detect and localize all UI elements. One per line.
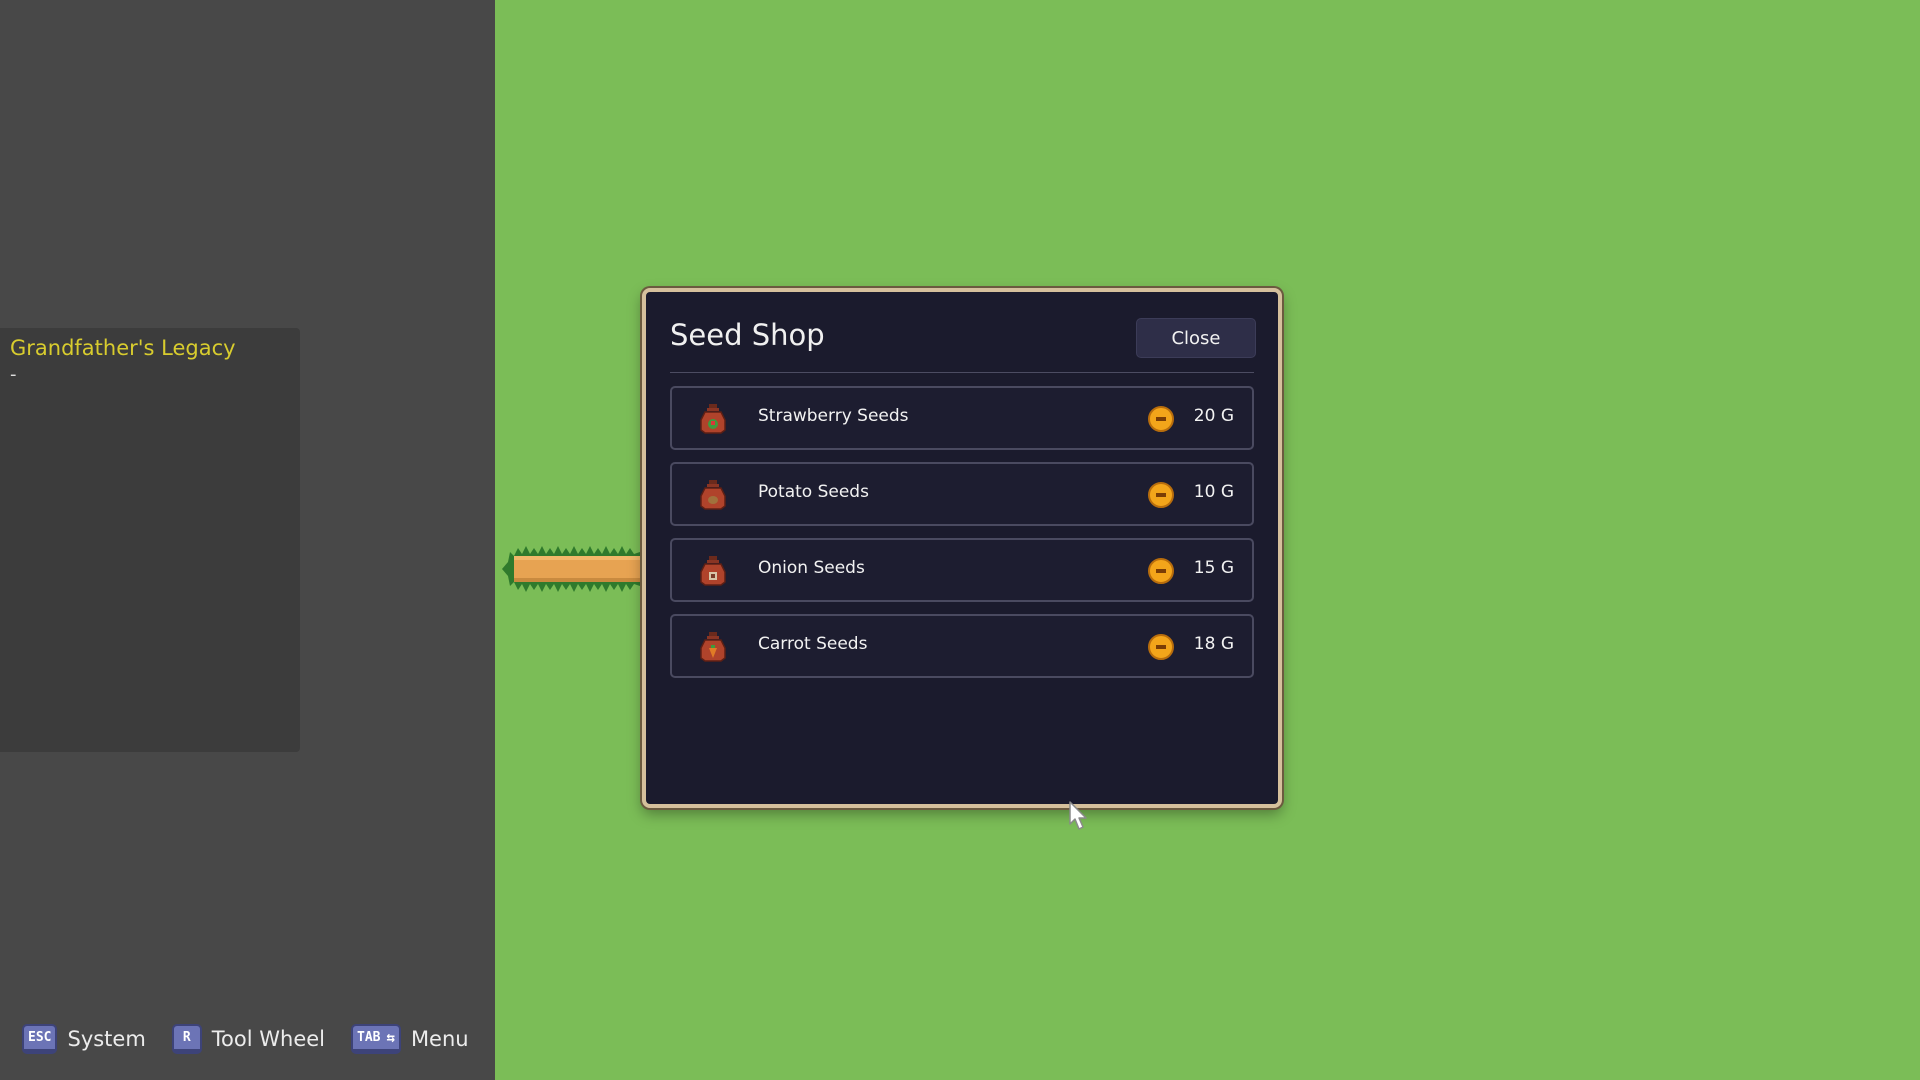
item-price: 18 G	[1193, 634, 1234, 654]
gold-coin-icon	[1148, 406, 1174, 432]
item-name: Potato Seeds	[758, 482, 869, 502]
close-button[interactable]: Close	[1136, 318, 1256, 358]
potato-seed-bag-icon	[700, 480, 726, 510]
onion-seed-bag-icon	[700, 556, 726, 586]
tilled-soil-strip	[502, 546, 648, 592]
hotkey-tool-wheel[interactable]: R Tool Wheel	[171, 1024, 326, 1054]
hotkey-system[interactable]: ESC System	[22, 1024, 146, 1054]
title-divider	[670, 372, 1254, 373]
shop-item-list: Strawberry Seeds 20 G Potato Seeds 10 G …	[670, 386, 1254, 690]
r-key-icon: R	[171, 1024, 202, 1054]
quest-tracker-panel	[0, 328, 300, 752]
quest-detail: -	[10, 364, 17, 385]
seed-shop-dialog: Seed Shop Close Strawberry Seeds 20 G Po…	[642, 288, 1282, 808]
tab-key-icon: TAB ⇆	[351, 1024, 401, 1054]
gold-coin-icon	[1148, 634, 1174, 660]
shop-item-carrot-seeds[interactable]: Carrot Seeds 18 G	[670, 614, 1254, 678]
carrot-seed-bag-icon	[700, 632, 726, 662]
shop-title: Seed Shop	[670, 318, 825, 352]
item-price: 10 G	[1193, 482, 1234, 502]
gold-coin-icon	[1148, 558, 1174, 584]
item-name: Strawberry Seeds	[758, 406, 909, 426]
shop-item-strawberry-seeds[interactable]: Strawberry Seeds 20 G	[670, 386, 1254, 450]
shop-item-potato-seeds[interactable]: Potato Seeds 10 G	[670, 462, 1254, 526]
tab-arrows-icon: ⇆	[386, 1029, 395, 1046]
shop-item-onion-seeds[interactable]: Onion Seeds 15 G	[670, 538, 1254, 602]
item-price: 15 G	[1193, 558, 1234, 578]
mouse-pointer-icon	[1069, 801, 1087, 830]
item-name: Carrot Seeds	[758, 634, 868, 654]
item-price: 20 G	[1193, 406, 1234, 426]
hotkey-system-label: System	[67, 1027, 146, 1051]
strawberry-seed-bag-icon	[700, 404, 726, 434]
gold-coin-icon	[1148, 482, 1174, 508]
esc-key-icon: ESC	[22, 1024, 58, 1054]
tab-key-text: TAB	[357, 1030, 381, 1045]
hotkey-bar: ESC System R Tool Wheel TAB ⇆ Menu	[22, 1022, 495, 1056]
hotkey-menu-label: Menu	[410, 1027, 469, 1051]
hotkey-menu[interactable]: TAB ⇆ Menu	[351, 1024, 469, 1054]
game-screen: Grandfather's Legacy - ESC System R Tool…	[0, 0, 1920, 1080]
item-name: Onion Seeds	[758, 558, 865, 578]
hotkey-tool-wheel-label: Tool Wheel	[211, 1027, 326, 1051]
quest-title: Grandfather's Legacy	[10, 336, 236, 360]
